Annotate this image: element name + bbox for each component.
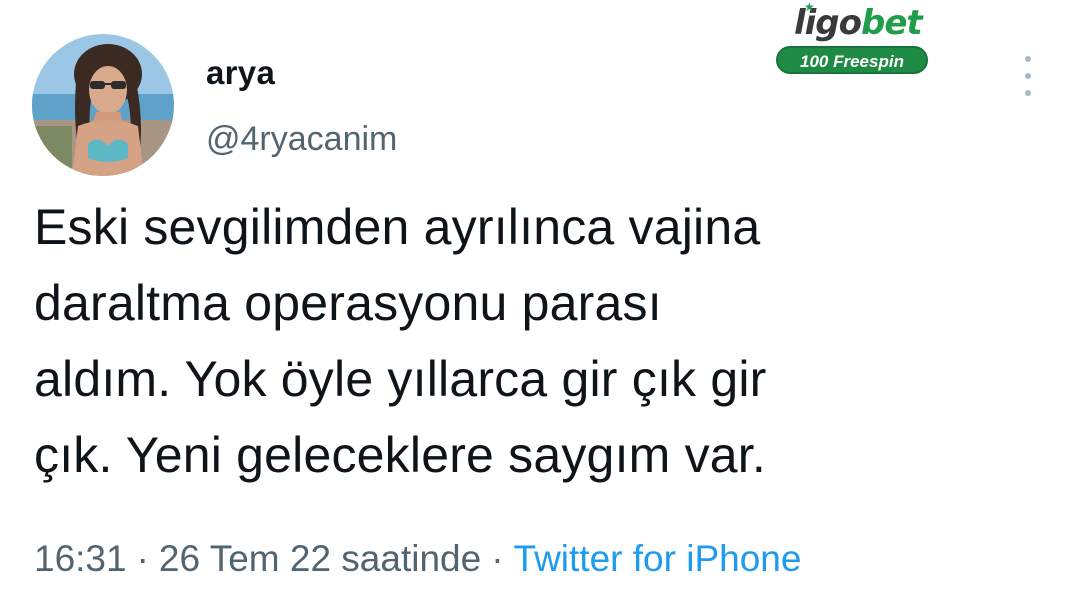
separator: · — [136, 538, 149, 579]
avatar[interactable] — [32, 34, 174, 176]
tweet-time[interactable]: 16:31 — [34, 538, 127, 579]
tweet-card: arya @4ryacanim ligobet ★ 100 Freespin E… — [0, 0, 1080, 613]
tweet-text: Eski sevgilimden ayrılınca vajina daralt… — [34, 199, 767, 483]
more-vertical-icon-dot — [1025, 90, 1031, 96]
watermark-logo: ligobet ★ 100 Freespin — [776, 0, 932, 74]
tweet-source-link[interactable]: Twitter for iPhone — [514, 538, 802, 579]
tweet-metadata: 16:31 · 26 Tem 22 saatinde · Twitter for iPh… — [34, 538, 801, 580]
watermark-wordmark-part2: bet — [861, 3, 923, 43]
watermark-badge: 100 Freespin — [776, 46, 928, 74]
user-handle[interactable]: @4ryacanim — [206, 120, 397, 159]
more-vertical-icon-dot — [1025, 73, 1031, 79]
avatar-photo — [32, 34, 174, 176]
more-vertical-icon — [1025, 56, 1031, 62]
display-name[interactable]: arya — [206, 54, 275, 92]
separator: · — [491, 538, 504, 579]
more-options-button[interactable] — [1012, 56, 1044, 96]
tweet-date[interactable]: 26 Tem 22 saatinde — [159, 538, 481, 579]
star-icon: ★ — [804, 0, 815, 14]
